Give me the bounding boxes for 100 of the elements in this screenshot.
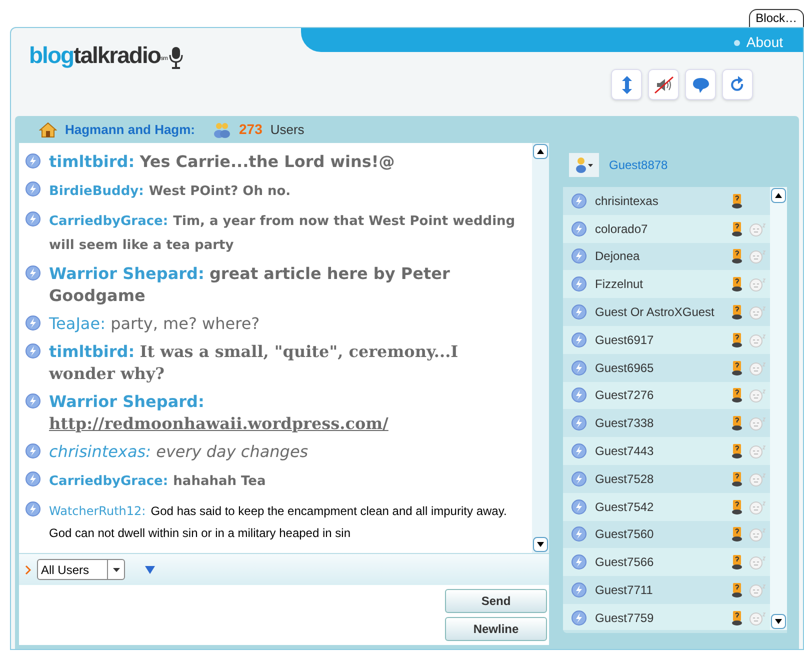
scroll-up-button[interactable] [771,188,786,203]
newline-button[interactable]: Newline [445,617,547,641]
user-list-row[interactable]: Guest6965 [563,354,770,382]
down-triangle-icon [775,619,782,624]
username: Dejonea [595,248,641,266]
chat-message: Warrior Shepard: great article here by Peter Goodgame [49,263,451,307]
chat-bubble-icon [571,470,587,487]
chat-message: TeaJae: party, me? where? [49,313,260,335]
question-badge-icon [731,360,743,376]
username: Guest6917 [595,332,655,349]
username: Fizzelnut [595,276,644,294]
user-list-row[interactable]: Guest7276 [563,382,770,410]
chat-message: timltbird: It was a small, "quite", ceremony...I wonder why? [49,341,460,385]
current-username: Guest8878 [609,157,668,174]
chat-bubble-icon [25,181,41,197]
chat-message: CarriedbyGrace: hahahah Tea [49,473,266,491]
chat-bubble-icon [25,315,41,331]
question-badge-icon [731,582,743,598]
scroll-up-button[interactable] [533,144,548,159]
chat-message: BirdieBuddy: West POint? Oh no. [49,183,291,201]
question-badge-icon [731,248,743,264]
username: Guest7276 [595,387,655,404]
chevron-right-icon [25,564,31,574]
scroll-down-button[interactable] [533,537,548,552]
user-list-row[interactable]: Guest7338 [563,409,770,438]
username: Guest7566 [595,554,655,572]
username: chrisintexas [595,192,660,210]
resize-arrows-button[interactable] [611,69,642,100]
chat-bubble-icon [571,526,587,542]
microphone-icon [169,46,184,70]
send-button[interactable]: Send [445,589,547,613]
question-badge-icon [731,276,743,292]
chat-bubble-icon [571,220,587,237]
user-list-row[interactable]: Guest7542 [563,492,770,521]
user-count: 273 [239,120,262,139]
question-badge-icon [731,554,743,570]
chat-bubble-icon [25,471,41,487]
question-badge-icon [731,220,743,237]
block-tab[interactable]: Block… [748,9,804,27]
user-list-row[interactable]: Dejonea [563,242,770,270]
user-list-row[interactable]: Guest7443 [563,437,770,465]
username: Guest7560 [595,526,655,544]
speech-bubble-button[interactable] [685,69,716,100]
user-list-row[interactable]: Guest7566 [563,548,770,576]
username: Guest7528 [595,470,655,488]
caret-icon [588,164,593,166]
chat-bubble-icon [25,343,41,359]
caret-icon [112,568,120,572]
user-icon [575,157,587,173]
chat-message: timltbird: Yes Carrie...the Lord wins!@ [49,151,395,173]
chat-bubble-icon [25,443,41,459]
chat-bubble-icon [571,387,587,404]
username: Guest7338 [595,415,655,432]
username: Guest7443 [595,443,655,460]
question-badge-icon [731,610,743,626]
user-list-row[interactable]: Guest7759 [563,604,770,630]
chat-bubble-icon [571,415,587,432]
user-list-row[interactable]: Guest7560 [563,520,770,548]
dropdown-arrow-icon[interactable] [145,566,155,574]
user-list-row[interactable]: Fizzelnut [563,270,770,298]
username: Guest7711 [595,582,654,600]
down-triangle-icon [537,542,544,547]
chat-bubble-icon [25,153,41,169]
username: Guest7542 [595,498,655,516]
recipient-select[interactable]: All Users [37,559,125,580]
up-triangle-icon [775,193,782,198]
message-link[interactable]: http://redmoonhawaii.wordpress.com/ [49,414,388,433]
chat-message: WatcherRuth12: God has said to keep the encampment clean and all impurity away. God can not dwell within sin or in a military heaped in sin [49,503,508,542]
chat-bubble-icon [25,393,41,409]
question-badge-icon [731,192,743,209]
chat-message: CarriedbyGrace: Tim, a year from now that West Point wedding will seem like a tea party [49,213,516,255]
username: colorado7 [595,220,649,238]
refresh-button[interactable] [722,69,753,100]
user-list-row[interactable]: Guest6917 [563,326,770,354]
chat-bubble-icon [571,276,587,292]
user-list-row[interactable]: Guest7711 [563,576,770,604]
question-badge-icon [731,387,743,404]
user-list-row[interactable]: colorado7 [563,214,770,243]
users-icon [213,122,231,138]
chat-scrollbar[interactable] [532,143,549,553]
scroll-down-button[interactable] [771,614,786,629]
status-menu-button[interactable] [569,153,599,177]
user-list-row[interactable]: Guest7528 [563,464,770,493]
chat-bubble-icon [571,360,587,376]
user-list-row[interactable]: Guest Or AstroXGuest [563,298,770,326]
user-list-scrollbar[interactable] [770,187,787,630]
chat-bubble-icon [25,265,41,281]
up-triangle-icon [537,149,544,154]
question-badge-icon [731,332,743,348]
muted-speaker-button[interactable] [648,69,679,100]
chat-bubble-icon [571,554,587,570]
home-icon [39,122,57,138]
muted-speaker-icon [654,74,674,94]
user-list-row[interactable]: chrisintexas [563,187,770,215]
username: Guest6965 [595,360,655,377]
chat-bubble-icon [25,211,41,227]
chat-bubble-icon [571,582,587,598]
chat-bubble-icon [571,192,587,209]
chat-bubble-icon [571,304,587,320]
username: Guest Or AstroXGuest [595,304,716,322]
